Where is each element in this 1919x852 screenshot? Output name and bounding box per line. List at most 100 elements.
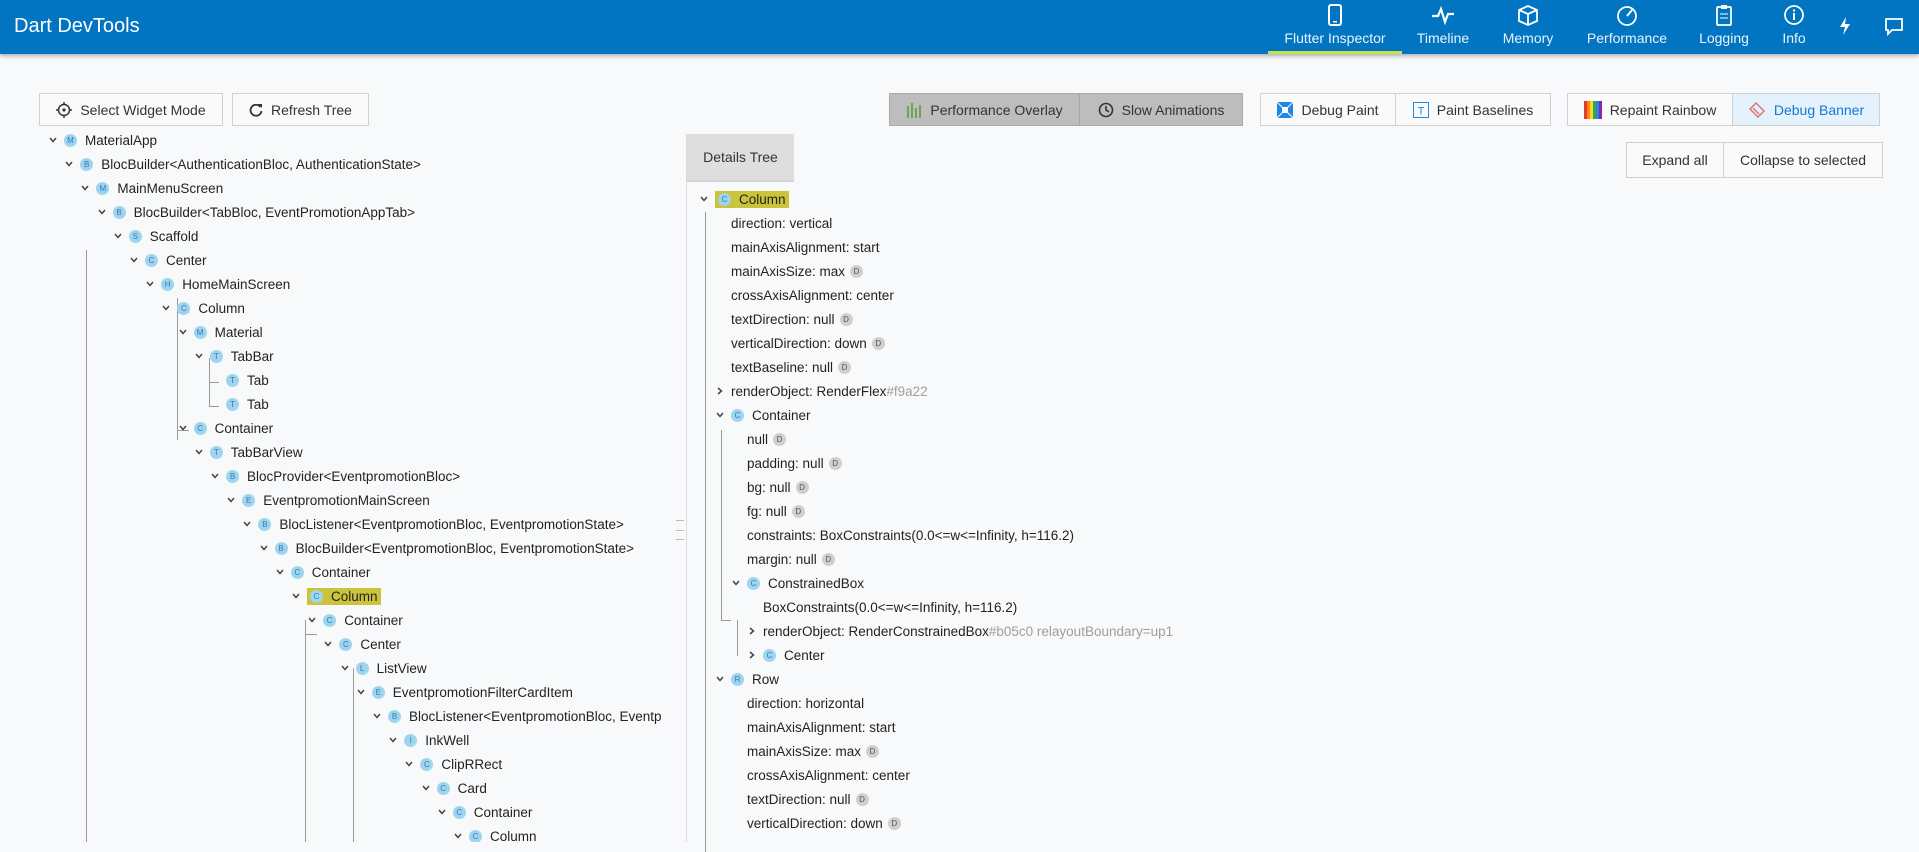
- tree-node-main-menu-screen[interactable]: M MainMenuScreen: [78, 177, 223, 199]
- tree-node-bloc-builder[interactable]: B BlocBuilder<TabBloc, EventPromotionAppT…: [95, 201, 415, 223]
- chevron-down-icon[interactable]: [78, 181, 92, 195]
- chevron-down-icon[interactable]: [713, 408, 727, 422]
- tree-node-eventpromotion-main-screen[interactable]: E EventpromotionMainScreen: [224, 489, 430, 511]
- chevron-down-icon[interactable]: [305, 613, 319, 627]
- tab-label: Logging: [1699, 30, 1749, 46]
- chevron-down-icon[interactable]: [224, 493, 238, 507]
- performance-overlay-button[interactable]: Performance Overlay: [889, 93, 1080, 126]
- details-property-row: constraints: BoxConstraints(0.0<=w<=Infi…: [729, 524, 1074, 546]
- chevron-down-icon[interactable]: [435, 805, 449, 819]
- select-widget-mode-button[interactable]: Select Widget Mode: [39, 93, 223, 126]
- details-property-row: direction: horizontal: [729, 692, 864, 714]
- details-node-container[interactable]: C Container: [713, 404, 811, 426]
- tree-node-container[interactable]: C Container: [305, 609, 403, 631]
- chevron-down-icon[interactable]: [419, 781, 433, 795]
- slow-animations-button[interactable]: Slow Animations: [1079, 93, 1243, 126]
- expand-all-button[interactable]: Expand all: [1626, 142, 1724, 178]
- details-property-row[interactable]: renderObject: RenderFlex #f9a22: [713, 380, 928, 402]
- tree-node-material-app[interactable]: M MaterialApp: [46, 132, 157, 151]
- tree-node-container[interactable]: C Container: [176, 417, 273, 439]
- tree-node-bloc-listener[interactable]: B BlocListener<EventpromotionBloc, Eventp: [370, 705, 662, 727]
- chevron-down-icon[interactable]: [370, 709, 384, 723]
- chevron-down-icon[interactable]: [95, 205, 109, 219]
- chevron-down-icon[interactable]: [451, 829, 465, 842]
- collapse-to-selected-button[interactable]: Collapse to selected: [1723, 142, 1883, 178]
- tab-performance[interactable]: Performance: [1582, 0, 1672, 54]
- chevron-down-icon[interactable]: [289, 589, 303, 603]
- tree-node-column[interactable]: C Column: [451, 825, 537, 842]
- chevron-down-icon[interactable]: [192, 349, 206, 363]
- chevron-down-icon[interactable]: [713, 672, 727, 686]
- chevron-down-icon[interactable]: [176, 421, 190, 435]
- tree-node-center[interactable]: C Center: [321, 633, 401, 655]
- details-node-column[interactable]: C Column: [697, 188, 789, 210]
- chevron-right-icon[interactable]: [745, 624, 759, 638]
- tree-node-bloc-builder[interactable]: B BlocBuilder<EventpromotionBloc, Eventpr…: [257, 537, 634, 559]
- chevron-down-icon[interactable]: [62, 157, 76, 171]
- tree-node-card[interactable]: C Card: [419, 777, 487, 799]
- chevron-down-icon[interactable]: [697, 192, 711, 206]
- flash-icon[interactable]: [1838, 16, 1852, 39]
- tree-node-tab-bar[interactable]: T TabBar: [192, 345, 274, 367]
- tree-node-bloc-provider[interactable]: B BlocProvider<EventpromotionBloc>: [208, 465, 460, 487]
- chevron-down-icon[interactable]: [321, 637, 335, 651]
- tab-logging[interactable]: Logging: [1694, 0, 1754, 54]
- split-resize-handle[interactable]: [676, 520, 684, 540]
- chevron-down-icon[interactable]: [159, 301, 173, 315]
- debug-banner-button[interactable]: Debug Banner: [1732, 93, 1880, 126]
- button-label: Debug Paint: [1301, 101, 1379, 118]
- chevron-down-icon[interactable]: [192, 445, 206, 459]
- widget-type-badge: C: [469, 829, 482, 842]
- tree-node-list-view[interactable]: L ListView: [338, 657, 427, 679]
- tree-node-home-main-screen[interactable]: H HomeMainScreen: [143, 273, 290, 295]
- paint-baselines-button[interactable]: T Paint Baselines: [1395, 93, 1551, 126]
- chevron-down-icon[interactable]: [143, 277, 157, 291]
- details-node-center[interactable]: C Center: [745, 644, 825, 666]
- tree-node-tab[interactable]: T Tab: [208, 393, 269, 415]
- tree-node-bloc-builder[interactable]: B BlocBuilder<AuthenticationBloc, Authent…: [62, 153, 421, 175]
- details-node-constrainedbox[interactable]: C ConstrainedBox: [729, 572, 864, 594]
- tab-info[interactable]: Info: [1776, 0, 1812, 54]
- chevron-right-icon[interactable]: [713, 384, 727, 398]
- tree-node-tab[interactable]: T Tab: [208, 369, 269, 391]
- chevron-down-icon[interactable]: [338, 661, 352, 675]
- tree-node-label: BlocBuilder<AuthenticationBloc, Authenti…: [101, 156, 421, 172]
- details-property-row: fg: null D: [729, 500, 805, 522]
- tree-node-center[interactable]: C Center: [127, 249, 207, 271]
- chevron-down-icon[interactable]: [273, 565, 287, 579]
- tree-node-container[interactable]: C Container: [273, 561, 370, 583]
- tree-node-column[interactable]: C Column: [159, 297, 245, 319]
- chevron-down-icon[interactable]: [111, 229, 125, 243]
- tree-node-scaffold[interactable]: S Scaffold: [111, 225, 198, 247]
- tab-timeline[interactable]: Timeline: [1410, 0, 1476, 54]
- chevron-down-icon[interactable]: [240, 517, 254, 531]
- tree-node-tab-bar-view[interactable]: T TabBarView: [192, 441, 303, 463]
- repaint-rainbow-button[interactable]: Repaint Rainbow: [1567, 93, 1733, 126]
- tree-node-ink-well[interactable]: I InkWell: [386, 729, 469, 751]
- tree-node-clip-rrect[interactable]: C ClipRRect: [402, 753, 502, 775]
- chevron-down-icon[interactable]: [176, 325, 190, 339]
- feedback-icon[interactable]: [1884, 16, 1904, 39]
- tab-flutter-inspector[interactable]: Flutter Inspector: [1268, 0, 1402, 54]
- chevron-down-icon[interactable]: [354, 685, 368, 699]
- tree-node-eventpromotion-filter-card-item[interactable]: E EventpromotionFilterCardItem: [354, 681, 573, 703]
- chevron-down-icon[interactable]: [46, 133, 60, 147]
- tab-details-tree[interactable]: Details Tree: [687, 134, 794, 182]
- chevron-down-icon[interactable]: [257, 541, 271, 555]
- chevron-down-icon[interactable]: [386, 733, 400, 747]
- tree-node-material[interactable]: M Material: [176, 321, 263, 343]
- tab-memory[interactable]: Memory: [1496, 0, 1560, 54]
- chevron-right-icon[interactable]: [745, 648, 759, 662]
- details-property-row[interactable]: renderObject: RenderConstrainedBox #b05c0…: [745, 620, 1173, 642]
- tree-node-column[interactable]: C Column: [289, 585, 381, 607]
- chevron-down-icon[interactable]: [402, 757, 416, 771]
- chevron-down-icon[interactable]: [127, 253, 141, 267]
- tree-node-bloc-listener[interactable]: B BlocListener<EventpromotionBloc, Eventp…: [240, 513, 624, 535]
- chevron-down-icon[interactable]: [208, 469, 222, 483]
- details-node-row[interactable]: R Row: [713, 668, 779, 690]
- tree-node-label: Tab: [247, 396, 269, 412]
- tree-node-container[interactable]: C Container: [435, 801, 532, 823]
- refresh-tree-button[interactable]: Refresh Tree: [232, 93, 369, 126]
- debug-paint-button[interactable]: Debug Paint: [1260, 93, 1396, 126]
- chevron-down-icon[interactable]: [729, 576, 743, 590]
